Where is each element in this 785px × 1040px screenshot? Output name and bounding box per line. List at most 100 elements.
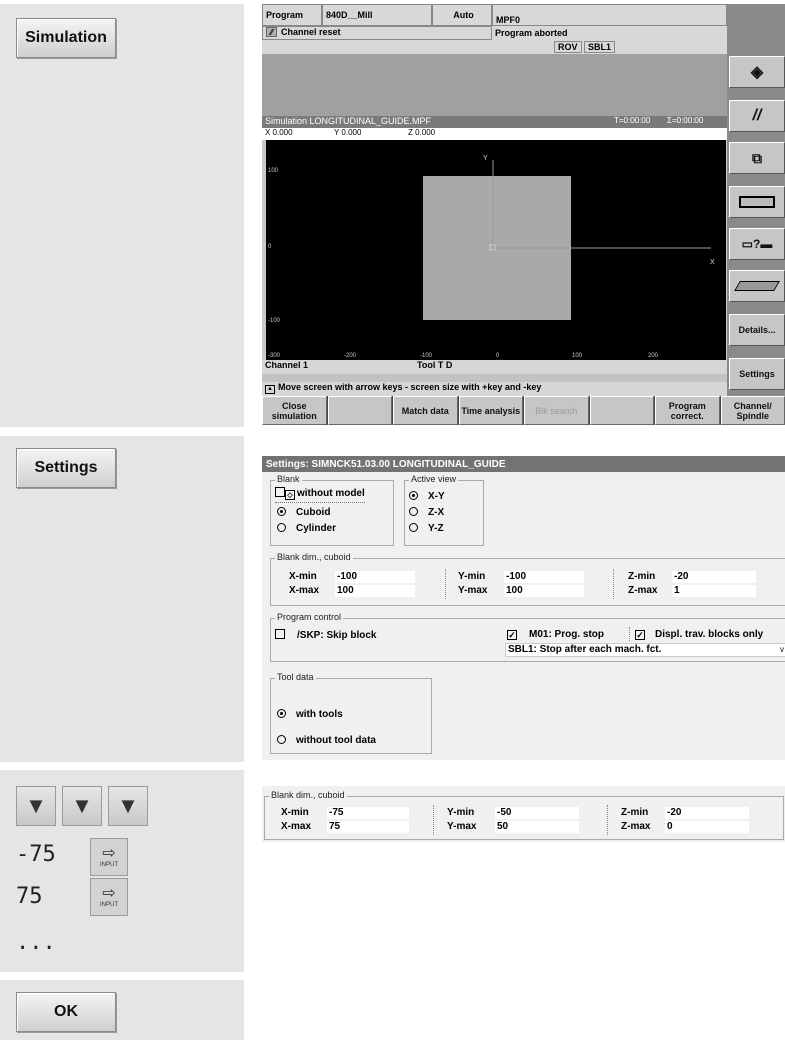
displ-trav-option[interactable]: ✓ Displ. trav. blocks only [635, 629, 763, 640]
zmax-field[interactable]: 0 [665, 821, 749, 833]
ok-button[interactable]: OK [16, 992, 116, 1032]
zmax-field[interactable]: 1 [672, 585, 756, 597]
softkey-blk-search[interactable]: Blk search [524, 396, 589, 425]
tool-data-group: Tool data with tools without tool data [270, 672, 432, 754]
view-yz-label: Y-Z [428, 523, 444, 534]
view-zx-label: Z-X [428, 507, 445, 518]
arrow-down-icon: ▼ [71, 793, 93, 818]
vsk-zoom[interactable] [729, 186, 785, 218]
time-sigma: Σ=0:00:00 [667, 116, 704, 125]
vsk-settings[interactable]: Settings [729, 358, 785, 390]
radio-icon [277, 735, 286, 744]
softkey-program-correct[interactable]: Program correct. [655, 396, 720, 425]
x-tick-label: -300 [268, 353, 281, 359]
checkbox-checked-icon: ✓ [507, 630, 517, 640]
skip-block-option[interactable]: /SKP: Skip block [275, 629, 376, 641]
xmin-label: X-min [281, 807, 309, 818]
m01-option[interactable]: ✓ M01: Prog. stop [507, 629, 604, 640]
ymax-field[interactable]: 100 [504, 585, 584, 597]
softkey-channel-spindle[interactable]: Channel/ Spindle [720, 396, 785, 425]
radio-icon [409, 523, 418, 532]
arrow-down-key-2[interactable]: ▼ [62, 786, 102, 826]
cuboid-option[interactable]: Cuboid [277, 507, 330, 518]
vsk-cycle-start[interactable]: ◈ [729, 56, 785, 88]
view-yz-option[interactable]: Y-Z [409, 523, 444, 534]
dim-separator [607, 805, 608, 835]
input-key-label: INPUT [100, 902, 118, 908]
step-panel-ok: OK [0, 980, 244, 1040]
vsk-3d-view[interactable] [729, 270, 785, 302]
settings-screen: Settings: SIMNCK51.03.00 LONGITUDINAL_GU… [262, 456, 785, 760]
tool-data-legend: Tool data [275, 672, 316, 682]
dim-separator [445, 569, 446, 599]
x-tick-label: 0 [496, 353, 500, 359]
input-key-1[interactable]: ⇨ INPUT [90, 838, 128, 876]
tool-label: Tool T D [417, 360, 453, 370]
with-tools-label: with tools [296, 709, 343, 720]
sbl-select[interactable]: SBL1: Stop after each mach. fct. v [505, 643, 785, 657]
xmax-field[interactable]: 100 [335, 585, 415, 597]
settings-button[interactable]: Settings [16, 448, 116, 488]
softkey-time-analysis[interactable]: Time analysis [458, 396, 523, 425]
with-tools-option[interactable]: with tools [277, 709, 343, 720]
ymin-label: Y-min [458, 571, 486, 582]
softkey-empty-1[interactable] [327, 396, 392, 425]
arrow-down-icon: ▼ [25, 793, 47, 818]
blank-3d-icon [734, 281, 780, 291]
ymin-field[interactable]: -100 [504, 571, 584, 583]
softkey-match-data[interactable]: Match data [393, 396, 458, 425]
ymin-field[interactable]: -50 [495, 807, 579, 819]
input-key-2[interactable]: ⇨ INPUT [90, 878, 128, 916]
program-name: MPF0 [492, 4, 727, 26]
zmin-label: Z-min [621, 807, 649, 818]
hint-icon: ▲ [265, 385, 275, 394]
blank-dim-group: Blank dim., cuboid X-min -100 X-max 100 … [270, 552, 785, 606]
machine-name: 840D__Mill [322, 4, 432, 26]
softkey-close-simulation[interactable]: Close simulation [262, 396, 327, 425]
coordinate-row: X 0.000 Y 0.000 Z 0.000 [262, 128, 727, 140]
vsk-tool-view[interactable]: ▭?▬ [729, 228, 785, 260]
header-blank [262, 40, 492, 54]
zmin-field[interactable]: -20 [672, 571, 756, 583]
without-tool-data-option[interactable]: without tool data [277, 735, 376, 746]
settings-title: Settings: SIMNCK51.03.00 LONGITUDINAL_GU… [262, 456, 785, 472]
single-block-icon: ⧉ [752, 149, 762, 166]
view-zx-option[interactable]: Z-X [409, 507, 444, 518]
zmin-field[interactable]: -20 [665, 807, 749, 819]
vsk-details[interactable]: Details... [729, 314, 785, 346]
y-tick-labels: 100 0 -100 [268, 168, 281, 324]
xmax-field[interactable]: 75 [327, 821, 409, 833]
value-max-text: 75 [16, 884, 43, 909]
sim-title-bar: Simulation LONGITUDINAL_GUIDE.MPF T=0:00… [262, 116, 727, 128]
cuboid-label: Cuboid [296, 507, 331, 518]
hint-text: Move screen with arrow keys - screen siz… [278, 382, 542, 392]
ymax-label: Y-max [458, 585, 488, 596]
mode-label: Auto [432, 4, 492, 26]
view-xy-label: X-Y [428, 491, 445, 502]
x-tick-label: 200 [648, 353, 659, 359]
channel-status: Channel reset [281, 27, 341, 37]
arrow-down-icon: ▼ [117, 793, 139, 818]
ymax-field[interactable]: 50 [495, 821, 579, 833]
coord-y: Y 0.000 [334, 128, 362, 137]
without-model-option[interactable]: ◇ without model [275, 487, 365, 503]
vsk-single-block[interactable]: ⧉ [729, 142, 785, 174]
view-xy-option[interactable]: X-Y [409, 491, 445, 502]
dim-separator [433, 805, 434, 835]
x-tick-label: -200 [344, 353, 357, 359]
xmin-field[interactable]: -75 [327, 807, 409, 819]
simulation-canvas[interactable]: Y X 100 0 -100 -300 -200 -100 0 100 200 [266, 140, 726, 360]
time-t: T=0:00:00 [614, 116, 651, 125]
softkey-empty-2[interactable] [589, 396, 654, 425]
x-tick-label: 100 [572, 353, 583, 359]
arrow-down-key-1[interactable]: ▼ [16, 786, 56, 826]
vsk-reset[interactable]: // [729, 100, 785, 132]
blank-legend: Blank [275, 474, 302, 484]
cylinder-option[interactable]: Cylinder [277, 523, 336, 534]
blank-dim-updated-screen: Blank dim., cuboid X-min -75 X-max 75 Y-… [262, 786, 785, 842]
sbl-flag: SBL1 [584, 41, 616, 53]
arrow-down-key-3[interactable]: ▼ [108, 786, 148, 826]
simulation-button[interactable]: Simulation [16, 18, 116, 58]
checkbox-icon: ◇ [285, 490, 295, 500]
xmin-field[interactable]: -100 [335, 571, 415, 583]
